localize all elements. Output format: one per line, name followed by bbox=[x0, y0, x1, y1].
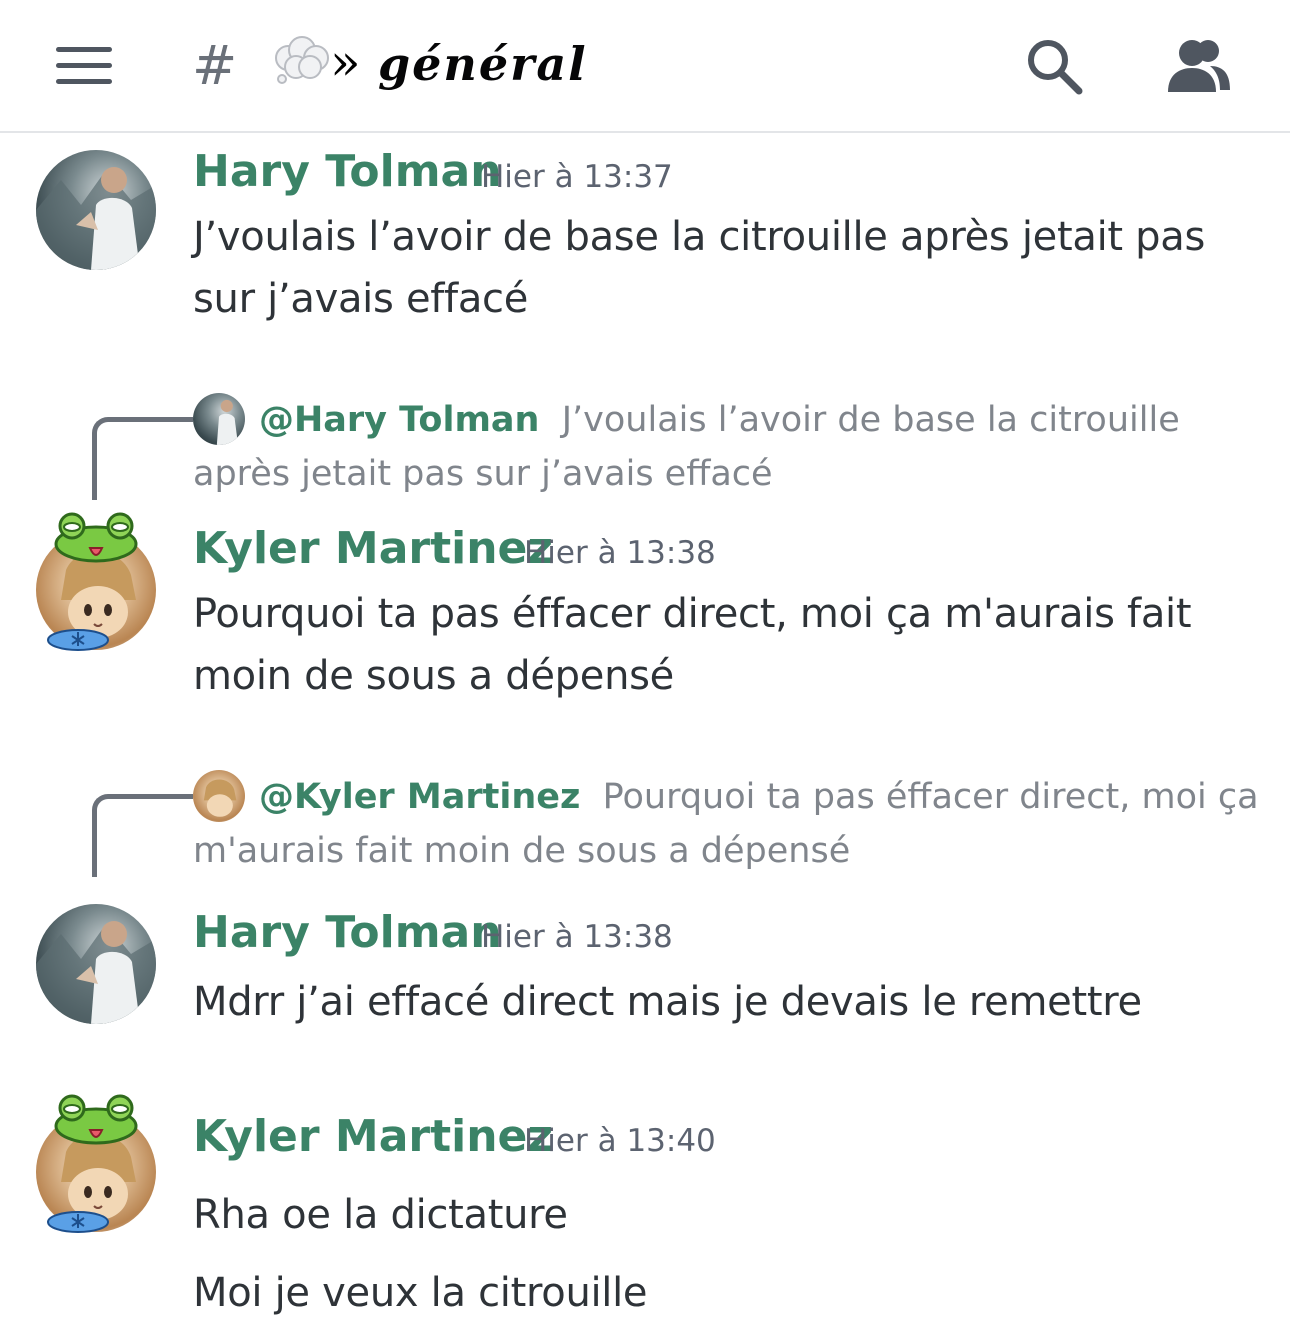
reply-text: après jetait pas sur j’avais effacé bbox=[193, 454, 773, 494]
channel-separator: » bbox=[330, 33, 361, 91]
message-timestamp: Hier à 13:38 bbox=[524, 535, 716, 571]
members-icon[interactable] bbox=[1166, 38, 1232, 94]
message-line: Pourquoi ta pas éffacer direct, moi ça m… bbox=[193, 591, 1192, 637]
avatar[interactable] bbox=[36, 150, 156, 270]
message-text: Rha oe la dictature Moi je veux la citro… bbox=[193, 1176, 1253, 1332]
avatar[interactable] bbox=[36, 904, 156, 1024]
message-line: sur j’avais effacé bbox=[193, 276, 529, 322]
player-portrait-icon bbox=[36, 167, 156, 270]
lily-pad-icon bbox=[47, 629, 109, 651]
frog-decoration-icon bbox=[54, 512, 138, 563]
channel-header: # » 𝒈𝒆́𝒏𝒆́𝒓𝒂𝒍 bbox=[0, 0, 1290, 133]
reply-connector bbox=[92, 794, 193, 877]
channel-hash-icon: # bbox=[192, 34, 238, 97]
thought-cloud-icon bbox=[275, 36, 329, 84]
reply-mention[interactable]: @Kyler Martinez bbox=[259, 777, 580, 817]
message-text: J’voulais l’avoir de base la citrouille … bbox=[193, 206, 1253, 330]
message-line: Mdrr j’ai effacé direct mais je devais l… bbox=[193, 979, 1142, 1025]
message-author[interactable]: Kyler Martinez bbox=[193, 521, 553, 577]
message-timestamp: Hier à 13:38 bbox=[481, 919, 673, 955]
message-text: Pourquoi ta pas éffacer direct, moi ça m… bbox=[193, 583, 1253, 707]
message-line: Rha oe la dictature bbox=[193, 1192, 568, 1238]
message-author[interactable]: Kyler Martinez bbox=[193, 1109, 553, 1165]
lily-pad-icon bbox=[47, 1211, 109, 1233]
hamburger-menu-icon[interactable] bbox=[56, 47, 112, 87]
frog-decoration-icon bbox=[54, 1094, 138, 1145]
message-line: moin de sous a dépensé bbox=[193, 653, 674, 699]
message-line: Moi je veux la citrouille bbox=[193, 1270, 648, 1316]
player-portrait-icon bbox=[36, 921, 156, 1024]
message-timestamp: Hier à 13:40 bbox=[524, 1123, 716, 1159]
message-text: Mdrr j’ai effacé direct mais je devais l… bbox=[193, 971, 1253, 1033]
reply-text: J’voulais l’avoir de base la citrouille bbox=[561, 400, 1180, 440]
reply-preview[interactable]: @Hary Tolman J’voulais l’avoir de base l… bbox=[193, 393, 1263, 501]
search-icon[interactable] bbox=[1024, 36, 1084, 96]
channel-title: 𝒈𝒆́𝒏𝒆́𝒓𝒂𝒍 bbox=[378, 37, 588, 91]
reply-text: m'aurais fait moin de sous a dépensé bbox=[193, 831, 851, 871]
reply-mention[interactable]: @Hary Tolman bbox=[259, 400, 539, 440]
reply-text: Pourquoi ta pas éffacer direct, moi ça bbox=[602, 777, 1259, 817]
message-author[interactable]: Hary Tolman bbox=[193, 905, 502, 961]
reply-preview[interactable]: @Kyler Martinez Pourquoi ta pas éffacer … bbox=[193, 770, 1263, 878]
reply-connector bbox=[92, 417, 193, 500]
message-line: J’voulais l’avoir de base la citrouille … bbox=[193, 214, 1206, 260]
message-timestamp: Hier à 13:37 bbox=[481, 159, 673, 195]
message-author[interactable]: Hary Tolman bbox=[193, 144, 502, 200]
